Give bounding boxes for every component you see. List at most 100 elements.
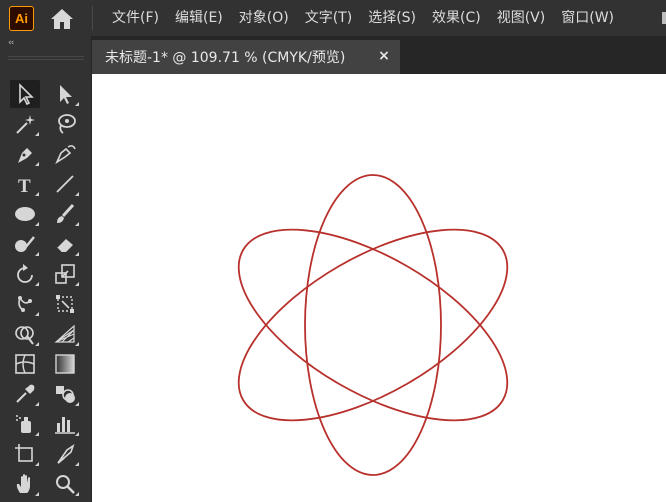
tool-flyout-indicator bbox=[75, 402, 79, 406]
tool-flyout-indicator bbox=[35, 222, 39, 226]
menu-window[interactable]: 窗口(W) bbox=[553, 0, 622, 36]
menu-overflow-indicator bbox=[662, 12, 666, 24]
magic-wand-tool-icon bbox=[16, 115, 35, 134]
type-tool-button[interactable]: T bbox=[10, 170, 40, 198]
selection-tool-button[interactable] bbox=[10, 80, 40, 108]
eyedropper-tool-button[interactable] bbox=[10, 380, 40, 408]
ellipse-tool-button[interactable] bbox=[10, 200, 40, 228]
illustrator-window: Ai 文件(F) 编辑(E) 对象(O) 文字(T) 选择(S) 效果(C) 视… bbox=[0, 0, 666, 502]
direct-selection-tool-button[interactable] bbox=[50, 80, 80, 108]
tool-flyout-indicator bbox=[35, 492, 39, 496]
slice-tool-button[interactable] bbox=[50, 440, 80, 468]
free-transform-tool-button[interactable] bbox=[50, 290, 80, 318]
magic-wand-tool-button[interactable] bbox=[10, 110, 40, 138]
scale-tool-icon bbox=[55, 264, 75, 284]
gradient-tool-button[interactable] bbox=[50, 350, 80, 378]
zoom-tool-button[interactable] bbox=[50, 470, 80, 498]
menu-bar: Ai 文件(F) 编辑(E) 对象(O) 文字(T) 选择(S) 效果(C) 视… bbox=[0, 0, 666, 36]
tool-flyout-indicator bbox=[35, 462, 39, 466]
artboard-tool-button[interactable] bbox=[10, 440, 40, 468]
tool-flyout-indicator bbox=[35, 312, 39, 316]
collapse-panel-button[interactable]: ‹‹ bbox=[8, 38, 14, 48]
rotate-tool-button[interactable] bbox=[10, 260, 40, 288]
column-graph-tool-button[interactable] bbox=[50, 410, 80, 438]
main-menu: 文件(F) 编辑(E) 对象(O) 文字(T) 选择(S) 效果(C) 视图(V… bbox=[104, 0, 622, 36]
blend-tool-icon bbox=[56, 386, 75, 403]
hand-tool-button[interactable] bbox=[10, 470, 40, 498]
shaper-tool-icon bbox=[15, 236, 35, 252]
symbol-sprayer-tool-icon bbox=[16, 415, 31, 433]
zoom-tool-icon bbox=[56, 475, 75, 494]
eyedropper-tool-icon bbox=[16, 384, 35, 403]
tool-flyout-indicator bbox=[35, 342, 39, 346]
tool-flyout-indicator bbox=[75, 102, 79, 106]
menu-edit[interactable]: 编辑(E) bbox=[167, 0, 231, 36]
blend-tool-button[interactable] bbox=[50, 380, 80, 408]
atom-ellipse-1[interactable] bbox=[304, 174, 442, 476]
menu-effect[interactable]: 效果(C) bbox=[424, 0, 489, 36]
tools-panel: ‹‹ T bbox=[0, 36, 92, 502]
tool-flyout-indicator bbox=[75, 192, 79, 196]
shape-builder-tool-icon bbox=[15, 326, 34, 345]
svg-text:T: T bbox=[18, 176, 31, 196]
document-tab-bar: 未标题-1* @ 109.71 % (CMYK/预览) × bbox=[92, 36, 666, 74]
tool-flyout-indicator bbox=[35, 162, 39, 166]
shape-builder-tool-button[interactable] bbox=[10, 320, 40, 348]
pen-tool-icon bbox=[18, 148, 32, 163]
tool-flyout-indicator bbox=[35, 192, 39, 196]
tool-flyout-indicator bbox=[75, 462, 79, 466]
pen-tool-button[interactable] bbox=[10, 140, 40, 168]
tool-flyout-indicator bbox=[35, 132, 39, 136]
selection-tool-icon bbox=[19, 83, 34, 106]
puppet-warp-tool-icon bbox=[18, 296, 32, 312]
curvature-tool-button[interactable] bbox=[50, 140, 80, 168]
atom-ellipse-2[interactable] bbox=[209, 191, 537, 459]
line-segment-tool-button[interactable] bbox=[50, 170, 80, 198]
eraser-tool-icon bbox=[56, 239, 73, 253]
paintbrush-tool-icon bbox=[57, 203, 75, 223]
tool-flyout-indicator bbox=[75, 342, 79, 346]
menu-type[interactable]: 文字(T) bbox=[297, 0, 360, 36]
hand-tool-icon bbox=[16, 474, 30, 493]
lasso-tool-button[interactable] bbox=[50, 110, 80, 138]
curvature-tool-icon bbox=[55, 145, 76, 165]
tool-flyout-indicator bbox=[35, 282, 39, 286]
column-graph-tool-icon bbox=[55, 417, 75, 434]
home-icon bbox=[51, 9, 73, 29]
menu-file[interactable]: 文件(F) bbox=[104, 0, 167, 36]
close-icon[interactable]: × bbox=[376, 48, 392, 64]
tool-flyout-indicator bbox=[75, 222, 79, 226]
paintbrush-tool-button[interactable] bbox=[50, 200, 80, 228]
home-button[interactable] bbox=[48, 6, 76, 32]
tool-flyout-indicator bbox=[75, 432, 79, 436]
shaper-tool-button[interactable] bbox=[10, 230, 40, 258]
atom-ellipse-3[interactable] bbox=[209, 191, 537, 459]
menu-view[interactable]: 视图(V) bbox=[489, 0, 554, 36]
direct-selection-tool-icon bbox=[60, 85, 72, 104]
tool-flyout-indicator bbox=[75, 252, 79, 256]
line-segment-tool-icon bbox=[56, 175, 74, 193]
puppet-warp-tool-button[interactable] bbox=[10, 290, 40, 318]
tool-flyout-indicator bbox=[35, 252, 39, 256]
app-logo: Ai bbox=[9, 6, 34, 31]
document-tab-title: 未标题-1* @ 109.71 % (CMYK/预览) bbox=[105, 50, 346, 66]
free-transform-tool-icon bbox=[56, 295, 74, 313]
mesh-tool-icon bbox=[15, 354, 35, 374]
perspective-grid-tool-icon bbox=[54, 324, 75, 343]
ellipse-tool-icon bbox=[15, 207, 35, 221]
panel-grip[interactable] bbox=[8, 56, 84, 60]
symbol-sprayer-tool-button[interactable] bbox=[10, 410, 40, 438]
perspective-grid-tool-button[interactable] bbox=[50, 320, 80, 348]
document-tab[interactable]: 未标题-1* @ 109.71 % (CMYK/预览) × bbox=[92, 40, 400, 74]
artboard-canvas[interactable] bbox=[92, 74, 666, 502]
tool-flyout-indicator bbox=[75, 492, 79, 496]
menu-select[interactable]: 选择(S) bbox=[360, 0, 424, 36]
mesh-tool-button[interactable] bbox=[10, 350, 40, 378]
scale-tool-button[interactable] bbox=[50, 260, 80, 288]
artboard-tool-icon bbox=[15, 444, 33, 462]
menu-object[interactable]: 对象(O) bbox=[231, 0, 297, 36]
tool-flyout-indicator bbox=[35, 402, 39, 406]
eraser-tool-button[interactable] bbox=[50, 230, 80, 258]
lasso-tool-icon bbox=[58, 114, 76, 134]
atom-artwork[interactable] bbox=[92, 74, 666, 502]
